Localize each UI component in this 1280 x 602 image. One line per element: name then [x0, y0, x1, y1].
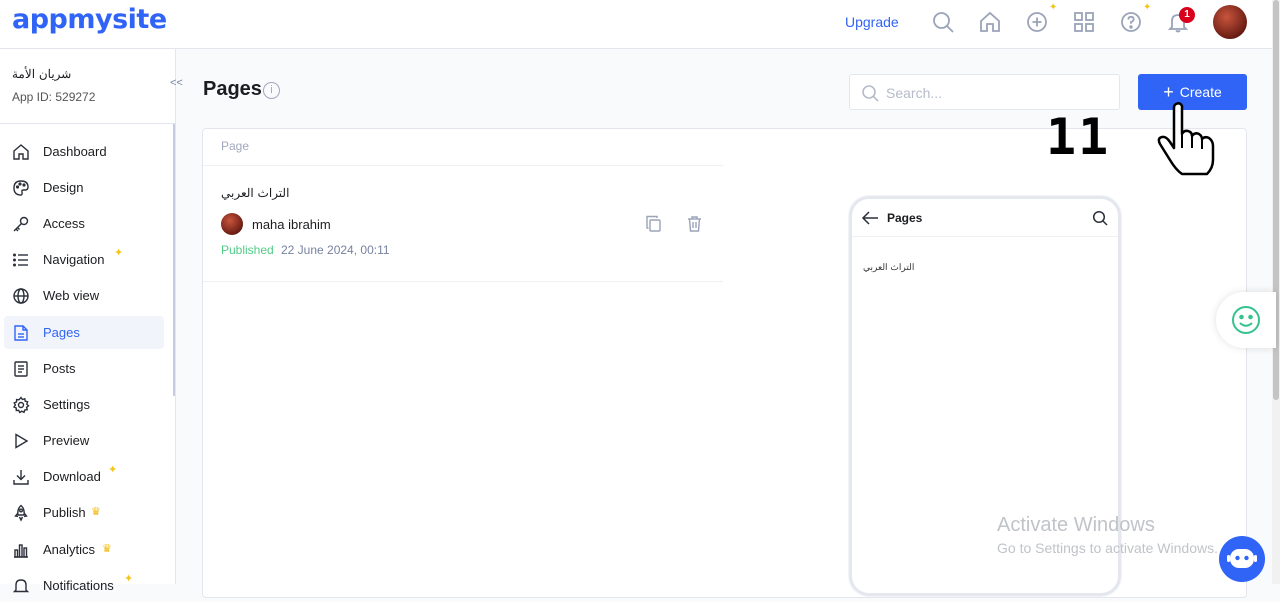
sidebar-item-design[interactable]: Design — [4, 171, 164, 204]
sidebar-item-dashboard[interactable]: Dashboard — [4, 135, 164, 168]
sidebar-item-label: Download — [43, 469, 101, 484]
activate-windows-subtitle: Go to Settings to activate Windows. — [997, 540, 1218, 556]
page-title-link[interactable]: التراث العربي — [221, 186, 289, 200]
sidebar-item-web-view[interactable]: Web view — [4, 279, 164, 312]
sidebar: شريان الأمة App ID: 529272 << Dashboard … — [0, 49, 183, 593]
app-id: App ID: 529272 — [12, 90, 96, 104]
rocket-icon — [14, 504, 28, 522]
sidebar-item-label: Design — [43, 180, 84, 195]
search-box[interactable] — [849, 74, 1120, 110]
back-arrow-icon — [861, 211, 878, 225]
step-number: 11 — [1046, 108, 1111, 166]
key-icon — [13, 216, 29, 232]
sidebar-item-label: Settings — [43, 397, 90, 412]
sidebar-item-analytics[interactable]: Analytics ♛ — [4, 533, 164, 566]
page-icon — [14, 325, 28, 341]
sidebar-scroll-indicator — [173, 124, 175, 396]
sidebar-item-label: Access — [43, 216, 85, 231]
sidebar-item-label: Pages — [43, 325, 80, 340]
divider — [203, 165, 723, 166]
duplicate-icon[interactable] — [645, 215, 662, 232]
author-avatar — [221, 213, 243, 235]
search-icon — [862, 85, 879, 102]
delete-icon[interactable] — [686, 215, 703, 232]
notification-badge: 1 — [1179, 7, 1195, 23]
help-icon[interactable] — [1119, 10, 1143, 34]
app-name: شريان الأمة — [12, 67, 72, 81]
top-bar: appmysite Upgrade ✦ ✦ 1 — [0, 0, 1272, 49]
list-icon — [13, 253, 28, 267]
search-icon — [1092, 210, 1108, 226]
crown-icon: ♛ — [102, 543, 112, 555]
chat-bot-icon — [1227, 549, 1257, 568]
phone-title: Pages — [887, 211, 923, 225]
sparkle-icon: ✦ — [114, 247, 124, 259]
phone-header: Pages — [852, 199, 1118, 237]
hand-cursor-icon — [1157, 102, 1215, 176]
chat-button[interactable] — [1219, 536, 1265, 582]
smiley-icon — [1232, 306, 1260, 334]
sparkle-icon: ✦ — [1049, 2, 1058, 13]
bell-icon — [12, 579, 30, 593]
add-circle-icon[interactable] — [1025, 10, 1049, 34]
user-avatar[interactable] — [1213, 5, 1247, 39]
create-button-label: Create — [1179, 84, 1222, 100]
sidebar-item-label: Navigation — [43, 252, 105, 267]
feedback-tab[interactable] — [1216, 292, 1276, 348]
phone-list-item: التراث العربي — [863, 263, 915, 273]
sidebar-item-label: Dashboard — [43, 144, 107, 159]
posts-icon — [14, 361, 28, 377]
app-logo[interactable]: appmysite — [12, 4, 167, 35]
page-title: Pages — [203, 78, 262, 100]
search-icon[interactable] — [931, 10, 955, 34]
collapse-sidebar-icon[interactable]: << — [170, 77, 183, 89]
sidebar-item-pages[interactable]: Pages — [4, 316, 164, 349]
sidebar-item-publish[interactable]: Publish ♛ — [4, 496, 164, 529]
gear-icon — [12, 396, 30, 414]
sidebar-item-access[interactable]: Access — [4, 207, 164, 240]
home-icon[interactable] — [978, 10, 1002, 34]
sidebar-item-posts[interactable]: Posts — [4, 352, 164, 385]
sparkle-icon: ✦ — [1143, 2, 1152, 13]
timestamp: 22 June 2024, 00:11 — [281, 243, 390, 257]
sidebar-item-label: Preview — [43, 433, 90, 448]
play-icon — [15, 433, 29, 449]
sidebar-item-label: Posts — [43, 361, 76, 376]
sidebar-item-settings[interactable]: Settings — [4, 388, 164, 421]
upgrade-link[interactable]: Upgrade — [845, 14, 899, 30]
sidebar-item-label: Web view — [43, 288, 100, 303]
sparkle-icon: ✦ — [108, 464, 118, 476]
home-icon — [13, 144, 29, 160]
sidebar-item-label: Publish — [43, 505, 86, 520]
column-header-page: Page — [221, 139, 250, 153]
palette-icon — [13, 180, 29, 196]
activate-windows-title: Activate Windows — [997, 514, 1155, 536]
sidebar-item-navigation[interactable]: Navigation ✦ — [4, 243, 164, 276]
author-name: maha ibrahim — [252, 217, 331, 232]
sparkle-icon: ✦ — [124, 573, 134, 585]
bar-chart-icon — [14, 544, 28, 558]
status-badge: Published — [221, 243, 274, 257]
sidebar-item-preview[interactable]: Preview — [4, 424, 164, 457]
sidebar-item-download[interactable]: Download ✦ — [4, 460, 164, 493]
sidebar-item-notifications[interactable]: Notifications ✦ — [4, 569, 164, 602]
plus-icon: + — [1163, 82, 1174, 102]
globe-icon — [13, 288, 29, 304]
apps-grid-icon[interactable] — [1072, 10, 1096, 34]
divider — [203, 281, 723, 282]
download-icon — [13, 470, 29, 485]
crown-icon: ♛ — [91, 506, 101, 518]
info-icon[interactable]: i — [263, 82, 280, 99]
divider — [0, 123, 176, 124]
sidebar-item-label: Notifications — [43, 578, 114, 593]
search-input[interactable] — [886, 83, 1106, 103]
sidebar-item-label: Analytics — [43, 542, 96, 557]
